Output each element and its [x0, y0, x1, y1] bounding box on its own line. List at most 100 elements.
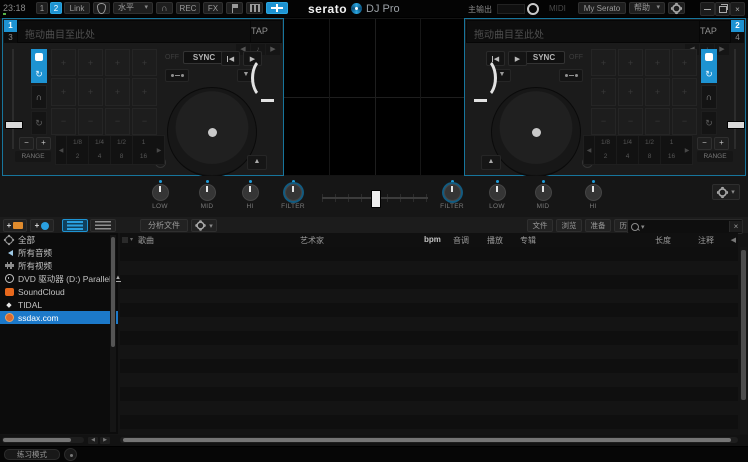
- deck-tab-1[interactable]: 1: [4, 20, 17, 32]
- sync-off-button[interactable]: OFF: [165, 54, 179, 61]
- pad-slot[interactable]: −: [105, 108, 130, 135]
- nudge-minus-button[interactable]: −: [19, 137, 34, 150]
- pad-slot[interactable]: −: [51, 108, 76, 135]
- collapse-columns-icon[interactable]: ◀: [731, 236, 736, 244]
- scroll-left-icon[interactable]: ◀: [88, 437, 98, 444]
- loop-smaller-icon[interactable]: ◀: [584, 136, 594, 164]
- loop-larger-icon[interactable]: ▶: [154, 136, 164, 164]
- library-track-list[interactable]: [120, 247, 738, 434]
- loop-size[interactable]: 1: [661, 136, 682, 150]
- tap-button[interactable]: TAP: [251, 21, 281, 42]
- sidebar-item-tidal[interactable]: ◆ TIDAL: [0, 298, 118, 311]
- eq-hi-knob-left[interactable]: HI: [230, 180, 270, 210]
- library-horizontal-scrollbar[interactable]: [120, 437, 738, 443]
- pad-slot[interactable]: +: [645, 78, 670, 105]
- library-vertical-scrollbar[interactable]: [740, 247, 747, 434]
- pad-slot[interactable]: −: [78, 108, 103, 135]
- vertical-view-button[interactable]: [62, 219, 88, 232]
- dvs-shield-button[interactable]: [93, 2, 110, 14]
- tempo-slider-handle[interactable]: [727, 121, 745, 129]
- pad-slot[interactable]: +: [132, 49, 157, 76]
- loop-size[interactable]: 16: [133, 150, 154, 164]
- pad-slot[interactable]: +: [591, 49, 616, 76]
- sidebar-item-soundcloud[interactable]: SoundCloud: [0, 285, 118, 298]
- analyze-files-button[interactable]: 分析文件: [140, 219, 188, 232]
- sidebar-item-ssdax[interactable]: ssdax.com: [0, 311, 118, 324]
- status-column-icon[interactable]: [122, 237, 128, 243]
- sidebar-item-dvd-drive[interactable]: DVD 驱动器 (D:) Parallel ▲: [0, 272, 118, 285]
- library-settings-button[interactable]: ▾: [191, 219, 217, 232]
- tap-button[interactable]: TAP: [700, 21, 730, 42]
- filter-knob-left[interactable]: FILTER: [273, 180, 313, 210]
- scroll-thumb[interactable]: [111, 237, 115, 347]
- next-track-icon[interactable]: ▶: [715, 44, 729, 55]
- column-length[interactable]: 长度: [655, 235, 671, 246]
- eject-button[interactable]: ▲: [481, 155, 501, 170]
- link-button[interactable]: Link: [64, 2, 90, 14]
- fx-button[interactable]: FX: [203, 2, 223, 14]
- sidebar-item-all-audio[interactable]: 所有音频: [0, 246, 118, 259]
- cue-headphone-cell[interactable]: ∩: [31, 85, 47, 109]
- range-button[interactable]: RANGE: [697, 151, 733, 162]
- loop-smaller-icon[interactable]: ◀: [56, 136, 66, 164]
- deck-count-2-button[interactable]: 2: [50, 2, 62, 14]
- column-song[interactable]: 歌曲: [138, 235, 154, 246]
- loop-size[interactable]: 1/2: [111, 136, 132, 150]
- scroll-right-icon[interactable]: ▶: [100, 437, 110, 444]
- pad-slot[interactable]: +: [672, 49, 697, 76]
- track-drop-zone[interactable]: 拖动曲目至此处: [18, 21, 250, 42]
- pad-slot[interactable]: +: [78, 49, 103, 76]
- loop-larger-icon[interactable]: ▶: [682, 136, 692, 164]
- pad-slot[interactable]: +: [618, 78, 643, 105]
- pad-slot[interactable]: +: [645, 49, 670, 76]
- eq-mid-knob-right[interactable]: MID: [523, 180, 563, 210]
- pad-slot[interactable]: +: [105, 78, 130, 105]
- sync-button[interactable]: SYNC: [523, 51, 565, 64]
- scroll-thumb[interactable]: [741, 250, 746, 400]
- eq-low-knob-right[interactable]: LOW: [477, 180, 517, 210]
- loop-size[interactable]: 1/8: [595, 136, 616, 150]
- loop-size[interactable]: 8: [639, 150, 660, 164]
- hotcue-mode-column[interactable]: ↻: [31, 49, 47, 83]
- eq-hi-knob-right[interactable]: HI: [573, 180, 613, 210]
- crossfader[interactable]: [322, 190, 428, 206]
- cue-previous-button[interactable]: ◀: [221, 51, 240, 66]
- loop-size[interactable]: 2: [67, 150, 88, 164]
- pad-slot[interactable]: −: [591, 108, 616, 135]
- loop-size[interactable]: 1/4: [617, 136, 638, 150]
- cue-monitor-button[interactable]: ∩: [156, 2, 173, 14]
- range-button[interactable]: RANGE: [15, 151, 51, 162]
- browse-panel-button[interactable]: 浏览: [556, 219, 582, 232]
- pad-slot[interactable]: −: [672, 108, 697, 135]
- waveform-display[interactable]: [284, 18, 465, 176]
- settings-button[interactable]: [668, 2, 685, 14]
- tempo-slider-handle[interactable]: [5, 121, 23, 129]
- hotcue-mode-column[interactable]: ↻: [701, 49, 717, 83]
- loop-size[interactable]: 8: [111, 150, 132, 164]
- loop-size[interactable]: 2: [595, 150, 616, 164]
- mixer-settings-button[interactable]: ▾: [712, 184, 740, 200]
- caret-down-icon[interactable]: ▾: [130, 236, 133, 243]
- eject-button[interactable]: ▲: [247, 155, 267, 170]
- practice-mode-button[interactable]: 练习模式: [4, 449, 60, 460]
- eq-mid-knob-left[interactable]: MID: [187, 180, 227, 210]
- column-artist[interactable]: 艺术家: [300, 235, 324, 246]
- deck-tab-2[interactable]: 2: [731, 20, 744, 32]
- pad-slot[interactable]: +: [78, 78, 103, 105]
- pad-slot[interactable]: +: [51, 78, 76, 105]
- restore-button[interactable]: [715, 2, 730, 16]
- loop-in-out-button[interactable]: [165, 69, 189, 82]
- loop-size[interactable]: 4: [617, 150, 638, 164]
- jog-wheel[interactable]: [167, 87, 257, 177]
- column-bpm[interactable]: bpm: [424, 235, 441, 244]
- loop-size[interactable]: 4: [89, 150, 110, 164]
- display-mode-dropdown[interactable]: 水平 ▾: [113, 2, 153, 14]
- crossfader-handle[interactable]: [371, 190, 381, 208]
- column-key[interactable]: 音调: [453, 235, 469, 246]
- sidebar-horizontal-scrollbar[interactable]: [2, 437, 84, 443]
- track-drop-zone[interactable]: 拖动曲目至此处: [467, 21, 699, 42]
- loop-size[interactable]: 1/2: [639, 136, 660, 150]
- pad-slot[interactable]: +: [132, 78, 157, 105]
- pad-slot[interactable]: +: [618, 49, 643, 76]
- sampler-button[interactable]: [226, 2, 243, 14]
